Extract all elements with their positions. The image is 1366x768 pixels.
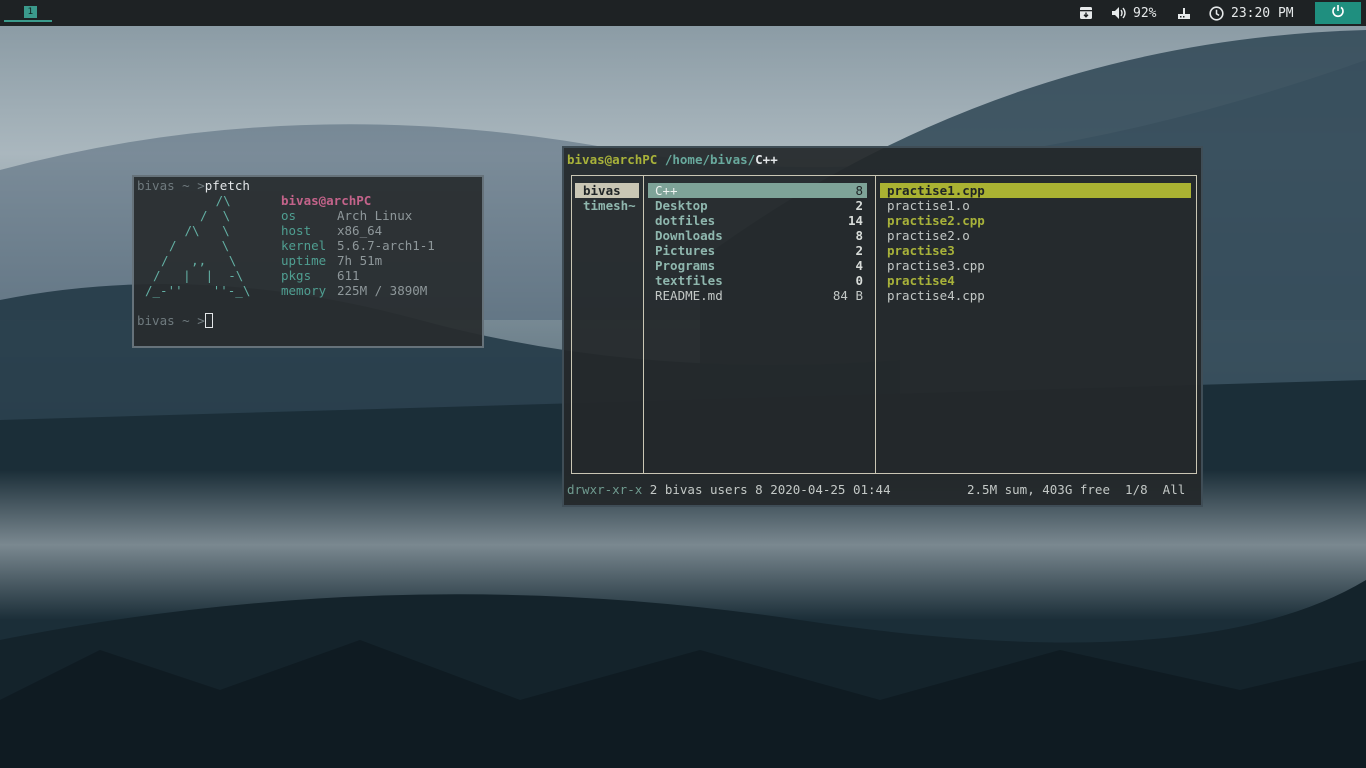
pfetch-terminal-window[interactable]: bivas ~ >pfetch /\ / \ /\ \ / \ / ,, \ /…: [132, 175, 484, 348]
header-user: bivas@archPC: [567, 152, 658, 167]
volume-level: 92%: [1133, 5, 1157, 21]
prompt-line[interactable]: bivas ~ >: [137, 313, 213, 328]
workspace-indicator: [4, 20, 52, 22]
arch-logo: /\ / \ /\ \ / \ / ,, \ / | | -\ /_-'' ''…: [145, 193, 251, 298]
volume-control[interactable]: 92%: [1111, 0, 1156, 26]
ranger-file-manager-window[interactable]: bivas@archPC /home/bivas/C++ bivas times…: [562, 146, 1203, 507]
pane-divider: [875, 175, 876, 474]
network-icon[interactable]: [1177, 0, 1191, 26]
workspace-1-button[interactable]: 1: [4, 0, 52, 24]
parent-item[interactable]: timesh~: [575, 198, 639, 213]
dir-list-item[interactable]: Downloads 8: [648, 228, 867, 243]
user-host: bivas@archPC: [281, 193, 372, 208]
preview-item-executable[interactable]: practise3: [880, 243, 1191, 258]
pane-divider: [643, 175, 644, 474]
header-dir: C++: [755, 152, 778, 167]
clock-time: 23:20 PM: [1231, 5, 1294, 21]
preview-item[interactable]: practise1.o: [880, 198, 1191, 213]
info-row: memory 225M / 3890M: [281, 283, 428, 298]
dir-list-item[interactable]: Programs 4: [648, 258, 867, 273]
top-bar: 1 92% 23:20 PM: [0, 0, 1366, 26]
dir-list-item[interactable]: textfiles 0: [648, 273, 867, 288]
preview-item-executable[interactable]: practise2.cpp: [880, 213, 1191, 228]
info-row: host x86_64: [281, 223, 383, 238]
preview-item[interactable]: practise2.o: [880, 228, 1191, 243]
prompt-symbol: ~ >: [174, 178, 205, 193]
header-path: /home/bivas/: [664, 152, 756, 167]
status-permissions: drwxr-xr-x: [567, 482, 643, 497]
dir-list-item[interactable]: Desktop 2: [648, 198, 867, 213]
status-summary: 2.5M sum, 403G free 1/8 All: [967, 482, 1186, 497]
power-button[interactable]: [1315, 2, 1361, 24]
power-icon: [1331, 4, 1345, 22]
dir-list-item-selected[interactable]: C++ 8: [648, 183, 867, 198]
clock-widget[interactable]: 23:20 PM: [1209, 0, 1294, 26]
dir-list-item[interactable]: Pictures 2: [648, 243, 867, 258]
info-row: pkgs 611: [281, 268, 360, 283]
prompt-line: bivas ~ >pfetch: [137, 178, 250, 193]
command-text: pfetch: [204, 178, 250, 193]
clock-icon: [1209, 5, 1224, 21]
info-row: kernel 5.6.7-arch1-1: [281, 238, 435, 253]
text-cursor: [204, 313, 213, 328]
preview-item[interactable]: practise3.cpp: [880, 258, 1191, 273]
preview-item[interactable]: practise4.cpp: [880, 288, 1191, 303]
info-row: os Arch Linux: [281, 208, 413, 223]
status-bar: drwxr-xr-x 2 bivas users 8 2020-04-25 01…: [567, 482, 891, 497]
preview-item-executable[interactable]: practise4: [880, 273, 1191, 288]
info-row: uptime 7h 51m: [281, 253, 383, 268]
prompt-user: bivas: [137, 178, 175, 193]
status-info: 2 bivas users 8 2020-04-25 01:44: [642, 482, 891, 497]
dir-list-item[interactable]: dotfiles 14: [648, 213, 867, 228]
ranger-header: bivas@archPC /home/bivas/C++: [567, 152, 778, 167]
preview-item-selected[interactable]: practise1.cpp: [880, 183, 1191, 198]
archive-icon[interactable]: [1078, 0, 1094, 26]
parent-item-selected[interactable]: bivas: [575, 183, 639, 198]
volume-icon: [1111, 6, 1127, 20]
workspace-number: 1: [24, 6, 37, 18]
file-list-item[interactable]: README.md 84 B: [648, 288, 867, 303]
